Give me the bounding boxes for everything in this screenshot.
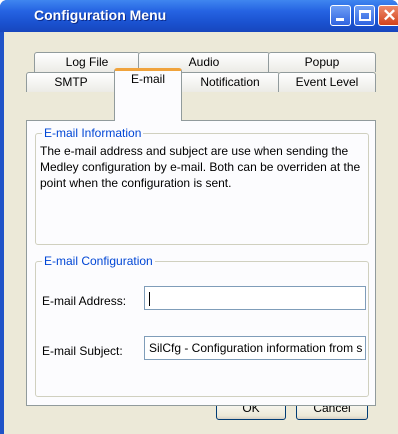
maximize-button[interactable] [354, 5, 375, 26]
email-information-group: E-mail Information The e-mail address an… [35, 126, 369, 245]
email-configuration-group: E-mail Configuration E-mail Address: E-m… [35, 254, 369, 397]
dialog-client-area: Log File Audio Popup SMTP E-mail Notific… [4, 32, 398, 434]
close-icon: ✕ [382, 6, 397, 25]
email-configuration-title: E-mail Configuration [42, 254, 155, 268]
tab-event-level[interactable]: Event Level [278, 72, 376, 92]
email-address-field[interactable] [144, 286, 366, 310]
email-subject-label: E-mail Subject: [42, 344, 123, 358]
tab-notification[interactable]: Notification [180, 72, 280, 92]
email-information-text: The e-mail address and subject are use w… [40, 144, 361, 190]
minimize-icon [336, 18, 344, 21]
minimize-button[interactable] [330, 5, 351, 26]
tab-smtp[interactable]: SMTP [26, 72, 116, 92]
tab-e-mail[interactable]: E-mail [114, 68, 182, 121]
configuration-window: Configuration Menu ✕ Log File Audio Popu… [0, 0, 398, 434]
maximize-icon [359, 10, 371, 21]
title-bar[interactable]: Configuration Menu ✕ [0, 0, 398, 32]
window-title: Configuration Menu [34, 7, 167, 23]
tab-popup[interactable]: Popup [268, 52, 376, 72]
close-button[interactable]: ✕ [378, 5, 398, 26]
email-information-title: E-mail Information [42, 126, 144, 140]
email-address-label: E-mail Address: [42, 294, 127, 308]
email-subject-field[interactable]: SilCfg - Configuration information from … [144, 336, 366, 360]
text-caret [149, 291, 150, 306]
e-mail-tab-panel: E-mail Information The e-mail address an… [26, 120, 376, 406]
